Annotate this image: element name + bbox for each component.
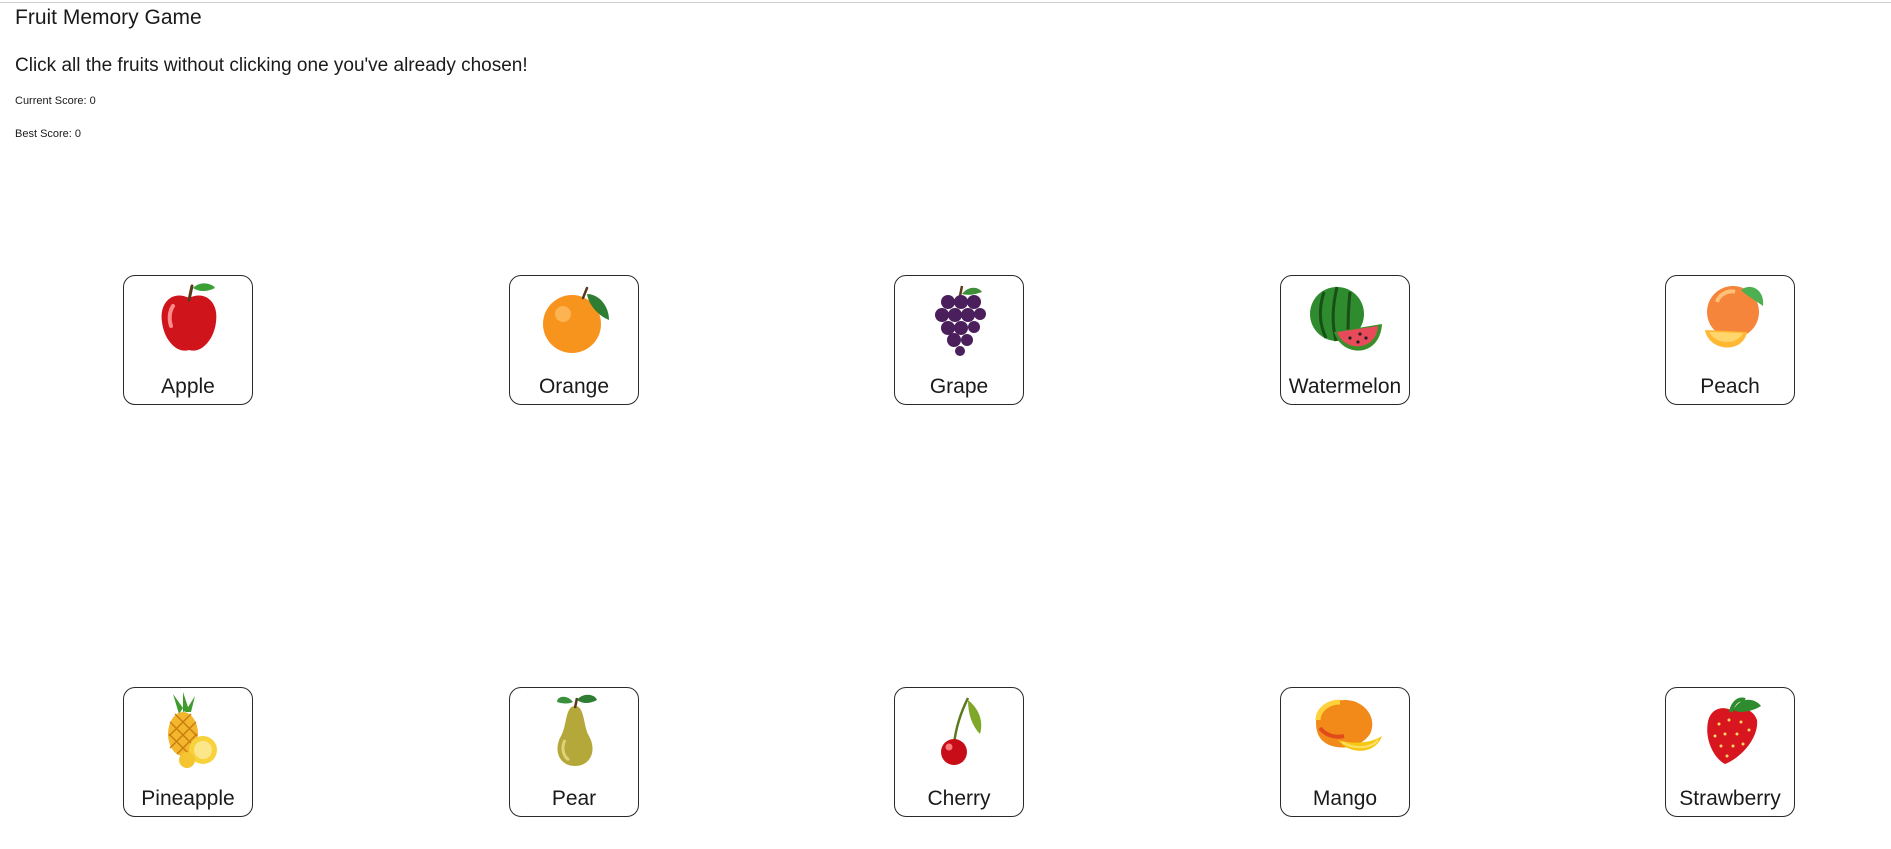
fruit-label: Apple bbox=[161, 375, 215, 398]
fruit-card-cherry[interactable]: Cherry bbox=[894, 687, 1024, 817]
fruit-card-pear[interactable]: Pear bbox=[509, 687, 639, 817]
fruit-card-grape[interactable]: Grape bbox=[894, 275, 1024, 405]
fruit-label: Mango bbox=[1312, 787, 1378, 810]
fruit-card-strawberry[interactable]: Strawberry bbox=[1665, 687, 1795, 817]
fruit-label: Strawberry bbox=[1679, 787, 1781, 810]
fruit-label: Pineapple bbox=[141, 787, 235, 810]
fruit-label: Peach bbox=[1700, 375, 1760, 398]
pear-icon bbox=[557, 694, 597, 766]
fruit-card-pineapple[interactable]: Pineapple bbox=[123, 687, 253, 817]
peach-icon bbox=[1705, 286, 1764, 348]
fruit-card-grid: Apple Orange Grape Watermelon Peach Pine… bbox=[0, 0, 1891, 849]
fruit-card-watermelon[interactable]: Watermelon bbox=[1280, 275, 1410, 405]
fruit-label: Grape bbox=[929, 375, 989, 398]
fruit-label: Watermelon bbox=[1288, 375, 1402, 398]
orange-icon bbox=[543, 286, 609, 353]
grape-icon bbox=[935, 285, 986, 356]
watermelon-icon bbox=[1310, 286, 1382, 351]
fruit-card-orange[interactable]: Orange bbox=[509, 275, 639, 405]
fruit-card-apple[interactable]: Apple bbox=[123, 275, 253, 405]
mango-icon bbox=[1315, 699, 1382, 751]
cherry-icon bbox=[941, 697, 982, 765]
fruit-label: Cherry bbox=[927, 787, 991, 810]
fruit-card-mango[interactable]: Mango bbox=[1280, 687, 1410, 817]
fruit-label: Pear bbox=[551, 787, 597, 810]
fruit-label: Orange bbox=[538, 375, 610, 398]
pineapple-icon bbox=[168, 692, 217, 768]
fruit-card-peach[interactable]: Peach bbox=[1665, 275, 1795, 405]
strawberry-icon bbox=[1707, 697, 1761, 764]
apple-icon bbox=[161, 283, 217, 351]
